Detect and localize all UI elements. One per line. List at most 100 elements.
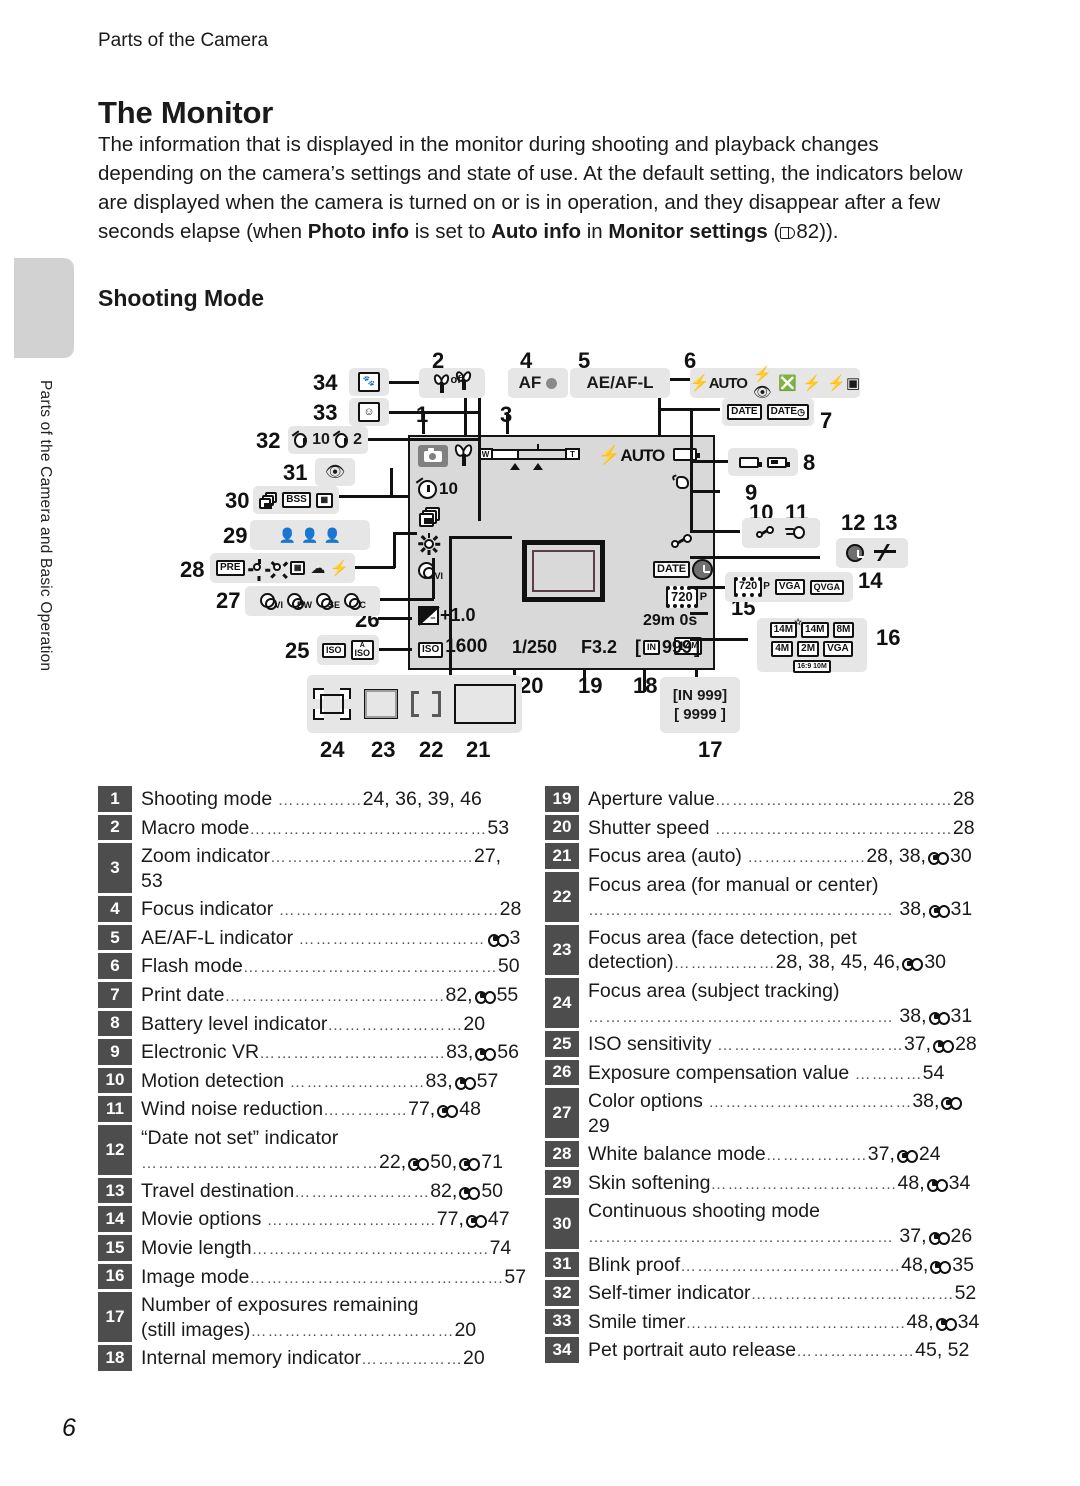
leader-30 <box>344 495 410 498</box>
focus-area-bracket-right-icon <box>432 691 442 717</box>
legend-num: 9 <box>98 1039 132 1065</box>
chip-print-date: DATE DATE ◷ <box>722 398 814 426</box>
callout-num-34: 34 <box>313 370 338 395</box>
legend-num: 2 <box>98 814 132 841</box>
legend-text: Wind noise reduction……………77, 48 <box>141 1098 481 1121</box>
legend-text: Continuous shooting mode…………………………………………… <box>588 1200 973 1247</box>
legend-num: 24 <box>545 977 579 1029</box>
table-row: 12 “Date not set” indicator……………………………………… <box>98 1124 528 1175</box>
callout-num-25: 25 <box>285 638 310 663</box>
intro-bold-photo-info: Photo info <box>307 220 410 244</box>
table-row: 15 Movie length……………………………………74 <box>98 1235 528 1261</box>
table-row: 32 Self-timer indicator………………………………52 <box>545 1280 985 1306</box>
callout-num-12: 12 <box>841 510 866 535</box>
chip-self-timer-10: 10 <box>312 431 330 448</box>
monitor-date-not-set-indicator: DATE <box>653 559 714 580</box>
legend-num: 22 <box>545 871 579 922</box>
monitor-shutter-speed: 1/250 <box>512 637 558 657</box>
intro-text-4: ( <box>767 220 781 244</box>
intro-paragraph: The information that is displayed in the… <box>98 130 978 246</box>
monitor-battery-indicator <box>673 448 700 466</box>
chip-movie-720: 720 <box>733 577 763 597</box>
chip-date-travel <box>836 538 908 568</box>
chip-image-8m: 8M <box>832 622 855 638</box>
legend-text: Color options ………………………………38, 29 <box>588 1088 985 1138</box>
chip-movie-options: 720 P VGA QVGA <box>725 572 853 602</box>
monitor-movie-length: 29m 0s <box>643 612 698 629</box>
leader-10-11 <box>690 530 740 533</box>
table-row: 14 Movie options …………………………77, 47 <box>98 1206 528 1232</box>
legend-num: 8 <box>98 1010 132 1037</box>
table-row: 33 Smile timer…………………………………48, 34 <box>545 1308 985 1335</box>
leader-7 <box>658 408 720 411</box>
camera-monitor-screen: W T ⚡AUTO 10 VI DATE 720 P 29m 0s 14 M −… <box>408 435 715 670</box>
table-row: 26 Exposure compensation value …………54 <box>545 1059 985 1086</box>
table-row: 30 Continuous shooting mode……………………………………… <box>545 1198 985 1249</box>
callout-num-8: 8 <box>803 450 816 475</box>
legend-num: 28 <box>545 1141 579 1167</box>
table-row: 11 Wind noise reduction……………77, 48 <box>98 1096 528 1122</box>
legend-text: Exposure compensation value …………54 <box>588 1061 945 1084</box>
legend-num: 20 <box>545 814 579 841</box>
legend-text: Travel destination……………………82, 50 <box>141 1179 504 1202</box>
callout-num-20: 20 <box>519 673 544 698</box>
callout-num-33: 33 <box>313 400 338 425</box>
chip-movie-p: P <box>763 581 770 593</box>
table-row: 22 Focus area (for manual or center)……………… <box>545 871 985 922</box>
reference-icon <box>408 1157 430 1172</box>
callout-num-14: 14 <box>858 568 883 593</box>
legend-text: ISO sensitivity ……………………………37, 28 <box>588 1033 977 1056</box>
table-row: 23 Focus area (face detection, pet detecti… <box>545 924 985 975</box>
chip-smile-timer-icon: ☺ <box>349 398 389 426</box>
chip-color-bw: BW <box>297 600 312 610</box>
callout-num-1: 1 <box>416 402 429 427</box>
chip-remaining-internal: [IN 999] <box>672 687 728 704</box>
monitor-zoom-indicator: W T <box>478 443 580 470</box>
leader-21-h <box>449 536 512 539</box>
table-row: 31 Blink proof…………………………………48, 35 <box>545 1251 985 1278</box>
legend-text: “Date not set” indicator ……………………………………22… <box>141 1126 503 1174</box>
legend-text: Smile timer…………………………………48, 34 <box>588 1310 980 1333</box>
leader-34-v <box>478 381 481 521</box>
legend-text: Skin softening……………………………48, 34 <box>588 1171 971 1194</box>
monitor-iso-value: 1600 <box>445 636 488 657</box>
page-number: 6 <box>62 1414 76 1442</box>
leader-15 <box>690 612 708 615</box>
monitor-self-timer-value: 10 <box>439 479 458 498</box>
chip-image-4m: 4M <box>771 641 794 657</box>
chip-image-14m: 14M <box>801 622 829 638</box>
chip-bss-label: BSS <box>282 492 311 508</box>
legend-text: Flash mode………………………………………50 <box>141 955 520 978</box>
intro-text-2: is set to <box>409 220 492 244</box>
legend-num: 31 <box>545 1251 579 1278</box>
reference-icon <box>928 1011 950 1025</box>
running-head: Parts of the Camera <box>98 30 269 51</box>
legend-num: 3 <box>98 843 132 894</box>
chip-image-modes: 14M ☆ 14M 8M 4M 2M VGA 16:9 10M <box>757 618 867 673</box>
chip-af-label: AF <box>518 373 542 392</box>
monitor-iso-sensitivity: ISO 1600 <box>418 636 488 658</box>
table-row: 4 Focus indicator …………………………………28 <box>98 896 528 922</box>
reference-icon <box>928 904 950 919</box>
callout-num-30: 30 <box>225 488 250 513</box>
chip-iso-sensitivity: ISO A ISO <box>317 635 379 665</box>
monitor-exposure-compensation: − +1.0 <box>418 605 476 626</box>
legend-num: 23 <box>545 924 579 975</box>
focus-area-bracket-left-icon <box>410 691 420 717</box>
focus-area-auto-icon <box>454 684 516 724</box>
table-row: 19 Aperture value……………………………………28 <box>545 786 985 812</box>
legend-num: 1 <box>98 786 132 812</box>
chip-movie-qvga: QVGA <box>809 579 845 595</box>
legend-text: Image mode………………………………………57 <box>141 1265 527 1288</box>
monitor-flash-mode-indicator: ⚡AUTO <box>598 445 665 465</box>
monitor-white-balance-icon <box>417 533 440 559</box>
leader-29 <box>395 532 417 535</box>
table-row: 8 Battery level indicator……………………20 <box>98 1010 528 1037</box>
legend-num: 19 <box>545 786 579 812</box>
callout-num-28: 28 <box>180 557 205 582</box>
chip-date-label-1: DATE <box>727 404 762 420</box>
chip-image-169: 16:9 10M <box>793 660 831 673</box>
callout-num-16: 16 <box>876 625 901 650</box>
chip-pet-portrait-icon: 🐾 <box>349 368 389 396</box>
monitor-date-label: DATE <box>653 561 691 578</box>
